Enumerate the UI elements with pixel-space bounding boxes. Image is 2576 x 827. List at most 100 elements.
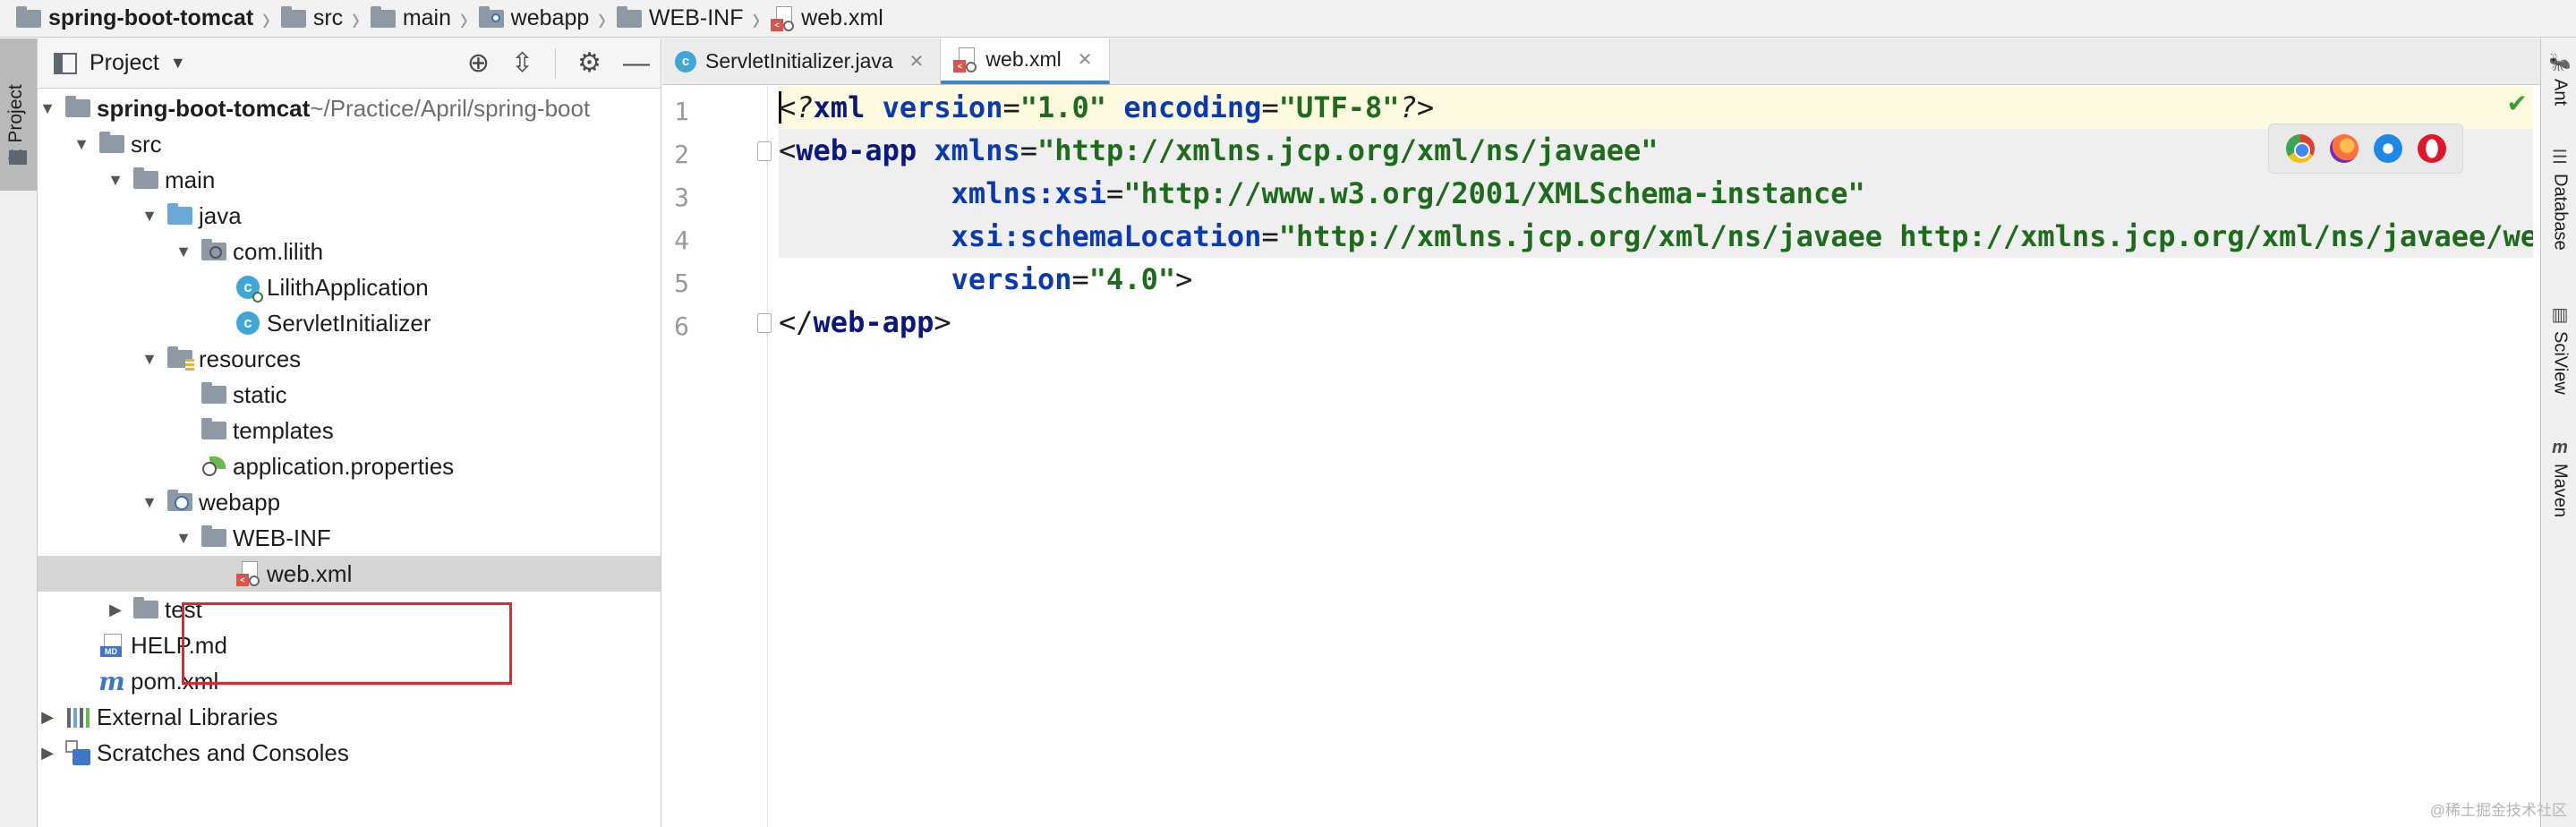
tree-item-label: spring-boot-tomcat (97, 94, 311, 122)
tree-item[interactable]: < web.xml (38, 556, 661, 592)
folder-icon (132, 166, 159, 193)
tree-item-label: ServletInitializer (267, 309, 431, 337)
tree-item[interactable]: templates (38, 413, 661, 448)
breadcrumb-project[interactable]: spring-boot-tomcat (16, 5, 253, 31)
resources-folder-icon (166, 345, 194, 372)
folder-icon (200, 381, 227, 408)
tab-servlet-initializer[interactable]: c ServletInitializer.java ✕ (662, 38, 942, 84)
project-tool-button[interactable]: 1: Project (0, 38, 37, 191)
tree-item[interactable]: ▼ resources (38, 341, 661, 377)
collapse-arrow-icon[interactable]: ▶ (38, 708, 57, 727)
expand-arrow-icon[interactable]: ▼ (140, 207, 159, 226)
expand-arrow-icon[interactable]: ▼ (106, 171, 125, 190)
expand-arrow-icon[interactable]: ▼ (140, 350, 159, 369)
tree-item[interactable]: ▶ Scratches and Consoles (38, 735, 661, 771)
class-icon: c (235, 310, 261, 337)
tree-item[interactable]: ▶ External Libraries (38, 699, 661, 735)
project-folder-icon (9, 150, 27, 165)
line-number: 1 (674, 97, 689, 126)
collapse-arrow-icon[interactable]: ▶ (38, 744, 57, 763)
editor-area: c ServletInitializer.java ✕ < web.xml ✕ … (662, 38, 2540, 827)
line-number-gutter: 1 2 3 4 5 6 (662, 86, 772, 827)
class-icon: c (675, 50, 696, 72)
chrome-icon[interactable] (2285, 134, 2315, 163)
breadcrumb-web-xml[interactable]: < web.xml (771, 5, 883, 31)
tab-web-xml[interactable]: < web.xml ✕ (941, 38, 1110, 84)
tree-item[interactable]: ▶ test (38, 592, 661, 627)
folder-icon (98, 131, 125, 158)
tree-item-label: src (131, 130, 162, 158)
tree-item[interactable]: MD HELP.md (38, 627, 661, 663)
fold-marker-icon[interactable] (757, 313, 772, 333)
right-tool-strip: 🐜 Ant ☰ Database ▥ SciView m Maven (2540, 38, 2576, 827)
close-icon[interactable]: ✕ (909, 50, 925, 72)
tree-item[interactable]: application.properties (38, 448, 661, 484)
folder-icon (280, 5, 306, 28)
tree-item[interactable]: ▼ java (38, 198, 661, 234)
scratches-icon (64, 739, 91, 766)
close-icon[interactable]: ✕ (1078, 48, 1093, 71)
breadcrumb-separator: › (352, 0, 360, 38)
expand-arrow-icon[interactable]: ▼ (140, 493, 159, 512)
folder-icon (616, 5, 642, 28)
tree-item[interactable]: m pom.xml (38, 663, 661, 699)
tree-item[interactable]: ▼ src (38, 126, 661, 162)
target-icon[interactable]: ⊕ (467, 47, 490, 79)
tree-item-label: application.properties (233, 452, 455, 480)
tree-item-label: main (165, 166, 216, 193)
tree-item-label: webapp (199, 488, 281, 516)
tree-item[interactable]: c LilithApplication (38, 269, 661, 305)
project-view-icon (54, 52, 77, 74)
tree-item-path-hint: ~/Practice/April/spring-boot (310, 94, 591, 122)
xml-config-icon: < (235, 560, 261, 587)
line-number: 6 (674, 311, 689, 341)
expand-arrow-icon[interactable]: ▼ (174, 243, 193, 261)
spring-properties-icon (200, 453, 227, 480)
expand-arrow-icon[interactable]: ▼ (38, 99, 57, 118)
tool-ant[interactable]: 🐜 Ant (2546, 51, 2573, 106)
minimize-icon[interactable]: — (623, 48, 650, 79)
tree-item-label: templates (233, 416, 334, 444)
tree-item[interactable]: static (38, 377, 661, 413)
breadcrumb-webapp[interactable]: webapp (478, 5, 589, 31)
tree-item[interactable]: ▼ main (38, 162, 661, 198)
check-icon: ✔ (2506, 90, 2528, 117)
line-number: 2 (674, 140, 689, 169)
gear-icon[interactable]: ⚙ (577, 47, 601, 79)
code-line-3: xmlns:xsi = "http://www.w3.org/2001/XMLSch… (779, 172, 2533, 215)
project-panel-tools: ⊕ ⇳ ⚙ — (467, 47, 650, 79)
tree-item[interactable]: ▼ WEB-INF (38, 520, 661, 556)
package-icon (200, 238, 227, 265)
firefox-icon[interactable] (2329, 134, 2358, 163)
opera-icon[interactable] (2417, 134, 2446, 163)
expand-arrow-icon[interactable]: ▼ (174, 529, 193, 548)
tool-maven[interactable]: m Maven (2546, 438, 2573, 517)
tool-database[interactable]: ☰ Database (2546, 146, 2573, 251)
tree-item-label: WEB-INF (233, 524, 331, 551)
breadcrumb-main[interactable]: main (370, 5, 451, 31)
project-panel-header: Project ▼ ⊕ ⇳ ⚙ — (38, 38, 661, 89)
tool-sciview[interactable]: ▥ SciView (2546, 303, 2573, 395)
project-view-selector[interactable]: Project (90, 50, 159, 76)
expand-arrow-icon[interactable]: ▼ (72, 135, 91, 154)
source-folder-icon (166, 202, 193, 229)
folder-icon (200, 417, 227, 444)
collapse-arrow-icon[interactable]: ▶ (106, 601, 125, 619)
tree-item-label: com.lilith (233, 237, 324, 265)
tree-item[interactable]: ▼ spring-boot-tomcat ~/Practice/April/spr… (38, 90, 661, 126)
collapse-icon[interactable]: ⇳ (511, 47, 533, 79)
module-folder-icon (16, 5, 41, 28)
code-editor[interactable]: <? xml version = "1.0" encoding = "UTF-8" ?> <… (779, 86, 2540, 827)
tree-item-label: External Libraries (97, 703, 278, 730)
markdown-icon: MD (98, 632, 125, 659)
line-number: 5 (674, 269, 689, 298)
tree-item[interactable]: ▼ com.lilith (38, 234, 661, 269)
project-panel: Project ▼ ⊕ ⇳ ⚙ — ▼ spring-boot-tomcat ~/… (38, 38, 661, 827)
safari-icon[interactable] (2373, 134, 2402, 163)
tree-item[interactable]: c ServletInitializer (38, 305, 661, 341)
breadcrumb-src[interactable]: src (280, 5, 343, 31)
fold-marker-icon[interactable] (757, 141, 772, 161)
breadcrumb-web-inf[interactable]: WEB-INF (616, 5, 743, 31)
tree-item[interactable]: ▼ webapp (38, 484, 661, 520)
chevron-down-icon[interactable]: ▼ (170, 54, 186, 72)
